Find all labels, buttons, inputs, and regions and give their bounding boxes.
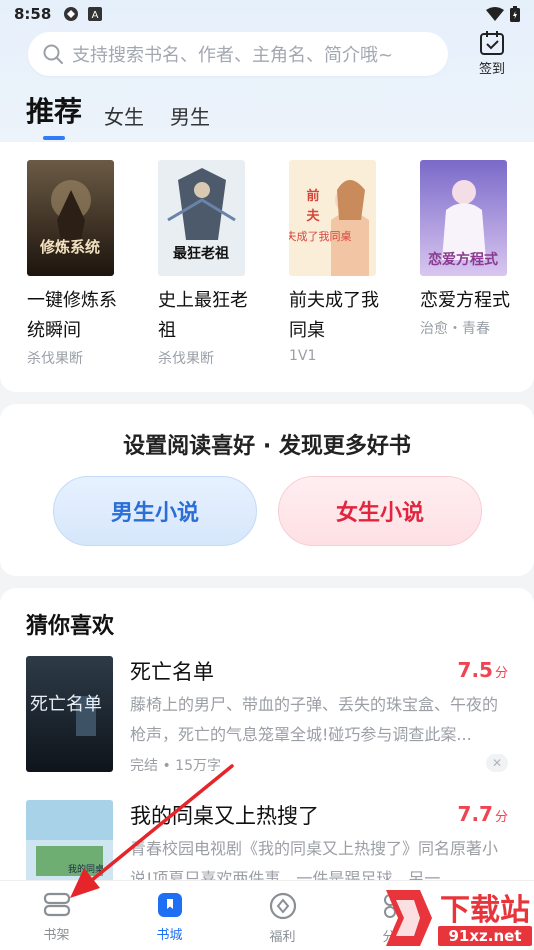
guess-section: 猜你喜欢 死亡名单 死亡名单 7.5 分 藤椅上的男尸、带血的子弹、丢失的珠宝盒、… xyxy=(0,588,534,888)
checkin-label: 签到 xyxy=(478,62,505,77)
book-title: 恋爱方程式 xyxy=(420,290,510,311)
book-item[interactable]: 恋爱方程式 恋爱方程式 治愈・青春 xyxy=(420,160,520,338)
book-item[interactable]: 前夫前夫成了我同桌 前夫成了我同桌 1V1 xyxy=(289,160,389,364)
list-item[interactable]: 我的同桌 我的同桌又上热搜了 7.7 分 青春校园电视剧《我的同桌又上热搜了》同名… xyxy=(0,800,534,888)
category-tabs: 推荐 女生 男生 xyxy=(26,92,236,142)
book-cover: 前夫前夫成了我同桌 xyxy=(289,160,376,276)
nav-bookstore[interactable]: 书城 xyxy=(113,881,226,950)
nav-label: 福利 xyxy=(269,930,296,945)
welfare-icon xyxy=(269,892,296,920)
search-input[interactable]: 支持搜索书名、作者、主角名、简介哦~ xyxy=(28,32,448,76)
cover-title: 修炼系统 xyxy=(39,238,100,256)
tab-recommend[interactable]: 推荐 xyxy=(26,90,82,142)
book-name: 死亡名单 xyxy=(130,660,214,684)
close-icon[interactable]: ✕ xyxy=(486,754,508,772)
book-tag: 杀伐果断 xyxy=(158,351,214,367)
nav-bookshelf[interactable]: 书架 xyxy=(0,881,113,950)
book-cover: 最狂老祖 xyxy=(158,160,245,276)
book-name: 我的同桌又上热搜了 xyxy=(130,804,319,828)
watermark-logo: 下载站 91xz.net xyxy=(380,886,534,950)
book-score: 7.7 分 xyxy=(457,802,508,826)
tab-female[interactable]: 女生 xyxy=(104,101,144,142)
female-novel-button[interactable]: 女生小说 xyxy=(278,476,482,546)
book-score: 7.5 分 xyxy=(457,658,508,682)
checkin-button[interactable]: 签到 xyxy=(470,30,514,78)
tab-male[interactable]: 男生 xyxy=(170,101,210,142)
battery-icon xyxy=(510,6,520,22)
book-tag: 1V1 xyxy=(289,348,317,364)
male-novel-button[interactable]: 男生小说 xyxy=(53,476,257,546)
bookshelf-icon xyxy=(43,892,70,917)
book-item[interactable]: 修炼系统 一键修炼系统瞬间 杀伐果断 xyxy=(27,160,127,368)
svg-text:前: 前 xyxy=(306,188,319,204)
book-meta: 完结 • 15万字 xyxy=(130,758,221,774)
book-cover: 我的同桌 xyxy=(26,800,113,888)
book-item[interactable]: 最狂老祖 史上最狂老祖 杀伐果断 xyxy=(158,160,258,368)
search-icon xyxy=(43,44,63,64)
cover-title: 恋爱方程式 xyxy=(428,251,498,268)
recommend-section: 修炼系统 一键修炼系统瞬间 杀伐果断 最狂老祖 史上最狂老祖 杀伐果断 前夫前夫… xyxy=(0,142,534,392)
preference-section: 设置阅读喜好 · 发现更多好书 男生小说 女生小说 xyxy=(0,404,534,576)
book-cover: 恋爱方程式 xyxy=(420,160,507,276)
book-title: 一键修炼系统瞬间 xyxy=(27,290,117,341)
watermark-url: 91xz.net xyxy=(448,927,521,945)
search-placeholder: 支持搜索书名、作者、主角名、简介哦~ xyxy=(72,45,394,66)
app-notification-icon xyxy=(64,7,79,21)
status-bar: 8:58 A xyxy=(0,0,534,28)
a-notification-icon: A xyxy=(88,7,103,21)
cover-title: 我的同桌 xyxy=(68,863,104,875)
guess-title: 猜你喜欢 xyxy=(26,614,115,639)
book-title: 前夫成了我同桌 xyxy=(289,290,379,341)
book-cover: 死亡名单 xyxy=(26,656,113,772)
wifi-icon xyxy=(486,7,504,21)
status-time: 8:58 xyxy=(14,5,52,23)
cover-title: 死亡名单 xyxy=(30,694,102,715)
book-tag: 杀伐果断 xyxy=(27,351,83,367)
list-item[interactable]: 死亡名单 死亡名单 7.5 分 藤椅上的男尸、带血的子弹、丢失的珠宝盒、午夜的枪声… xyxy=(0,656,534,776)
nav-welfare[interactable]: 福利 xyxy=(226,881,339,950)
nav-label: 书架 xyxy=(43,928,70,943)
preference-title: 设置阅读喜好 · 发现更多好书 xyxy=(123,434,411,459)
calendar-check-icon xyxy=(480,31,504,55)
svg-text:A: A xyxy=(92,10,99,21)
nav-label: 书城 xyxy=(156,928,183,943)
cover-title: 最狂老祖 xyxy=(173,245,229,262)
bookstore-icon xyxy=(157,893,182,917)
watermark-text: 下载站 xyxy=(440,893,530,928)
book-title: 史上最狂老祖 xyxy=(158,290,248,341)
cover-title: 前夫成了我同桌 xyxy=(289,229,352,243)
book-description: 藤椅上的男尸、带血的子弹、丢失的珠宝盒、午夜的枪声，死亡的气息笼罩全城!碰巧参与… xyxy=(130,695,499,744)
book-tag: 治愈・青春 xyxy=(420,321,490,337)
svg-text:夫: 夫 xyxy=(306,208,320,224)
book-cover: 修炼系统 xyxy=(27,160,114,276)
